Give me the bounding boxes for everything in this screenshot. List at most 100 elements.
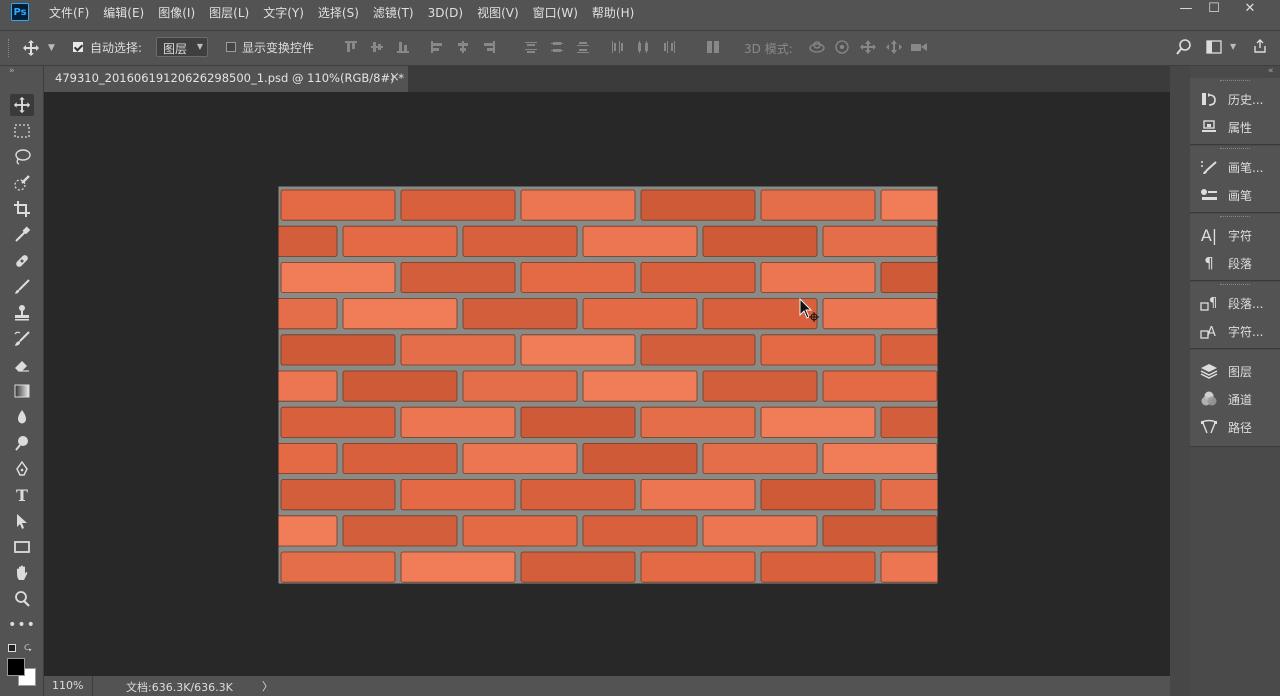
menu-filter[interactable]: 滤镜(T) (373, 0, 414, 26)
dodge-tool-icon[interactable] (10, 432, 34, 454)
history-brush-tool-icon[interactable] (10, 328, 34, 350)
close-window-button[interactable]: ✕ (1234, 0, 1266, 22)
search-icon[interactable] (1176, 39, 1192, 58)
rectangle-tool-icon[interactable] (10, 536, 34, 558)
menu-3d[interactable]: 3D(D) (428, 0, 463, 26)
panel-brushes[interactable]: 画笔 (1198, 184, 1252, 206)
panel-group-history: 历史... 属性 (1190, 78, 1280, 145)
workspace-icon[interactable] (1206, 40, 1222, 57)
preset-dropdown-icon[interactable]: ▼ (48, 43, 55, 53)
panel-grip (1220, 216, 1250, 219)
zoom-tool-icon[interactable] (10, 588, 34, 610)
brick (280, 262, 396, 294)
distribute-left-icon[interactable] (610, 40, 624, 54)
default-colors-icon[interactable] (8, 644, 16, 652)
move-tool-preset-icon[interactable] (22, 39, 42, 60)
eraser-tool-icon[interactable] (10, 354, 34, 376)
3d-pan-icon[interactable] (860, 40, 876, 57)
distribute-right-icon[interactable] (662, 40, 676, 54)
close-tab-icon[interactable]: × (389, 70, 400, 85)
panel-layers[interactable]: 图层 (1198, 360, 1252, 382)
menu-image[interactable]: 图像(I) (158, 0, 195, 26)
auto-select-target-select[interactable]: 图层 ▼ (156, 37, 208, 57)
panel-brush-settings[interactable]: 画笔... (1198, 156, 1263, 178)
align-top-icon[interactable] (344, 40, 358, 54)
status-menu-arrow-icon[interactable]: 〉 (262, 678, 273, 694)
menu-type[interactable]: 文字(Y) (263, 0, 304, 26)
auto-select-checkbox[interactable] (73, 42, 83, 52)
panel-channels[interactable]: 通道 (1198, 388, 1252, 410)
align-hcenter-icon[interactable] (456, 40, 470, 54)
menu-file[interactable]: 文件(F) (49, 0, 89, 26)
menu-window[interactable]: 窗口(W) (533, 0, 578, 26)
auto-align-icon[interactable] (706, 40, 720, 54)
menu-select[interactable]: 选择(S) (318, 0, 359, 26)
brick (640, 406, 756, 438)
workspace-dropdown-icon[interactable]: ▼ (1230, 42, 1236, 51)
lasso-tool-icon[interactable] (10, 146, 34, 168)
panel-paragraph[interactable]: ¶ 段落 (1198, 252, 1252, 274)
panel-character[interactable]: A| 字符 (1198, 224, 1252, 246)
distribute-top-icon[interactable] (524, 40, 538, 54)
distribute-bottom-icon[interactable] (576, 40, 590, 54)
align-bottom-icon[interactable] (396, 40, 410, 54)
document-tab[interactable]: 479310_20160619120626298500_1.psd @ 110%… (44, 66, 408, 92)
panel-label: 图层 (1228, 364, 1253, 379)
panel-paths[interactable]: 路径 (1198, 416, 1252, 438)
swap-colors-icon[interactable]: ⮎ (24, 640, 32, 657)
crop-tool-icon[interactable] (10, 198, 34, 220)
3d-orbit-icon[interactable] (808, 40, 826, 57)
pen-tool-icon[interactable] (10, 458, 34, 480)
type-tool-icon[interactable]: T (10, 484, 34, 506)
brick (760, 334, 876, 366)
align-vcenter-icon[interactable] (370, 40, 384, 54)
panel-paragraph-styles[interactable]: ¶ 段落... (1198, 292, 1263, 314)
brick (640, 262, 756, 294)
maximize-button[interactable]: ☐ (1198, 0, 1230, 22)
hand-tool-icon[interactable] (10, 562, 34, 584)
brick-wall-image[interactable] (278, 186, 938, 584)
marquee-tool-icon[interactable] (10, 120, 34, 142)
menu-layer[interactable]: 图层(L) (209, 0, 249, 26)
healing-brush-tool-icon[interactable] (10, 250, 34, 272)
expand-panels-icon[interactable]: « (1268, 66, 1274, 76)
panel-history[interactable]: 历史... (1198, 88, 1263, 110)
foreground-color-swatch[interactable] (7, 658, 25, 676)
show-transform-checkbox[interactable] (226, 42, 236, 52)
properties-icon (1198, 118, 1220, 136)
brick (342, 515, 458, 547)
quick-select-tool-icon[interactable] (10, 172, 34, 194)
brush-tool-icon[interactable] (10, 276, 34, 298)
brick (822, 442, 938, 474)
gradient-tool-icon[interactable] (10, 380, 34, 402)
panel-properties[interactable]: 属性 (1198, 116, 1252, 138)
align-right-icon[interactable] (482, 40, 496, 54)
distribute-hcenter-icon[interactable] (636, 40, 650, 54)
eyedropper-tool-icon[interactable] (10, 224, 34, 246)
collapse-toolbar-icon[interactable]: » (9, 66, 15, 76)
chevron-down-icon: ▼ (196, 42, 203, 51)
blur-tool-icon[interactable] (10, 406, 34, 428)
more-tools-icon[interactable]: ••• (8, 614, 35, 636)
menu-view[interactable]: 视图(V) (477, 0, 519, 26)
brick (582, 442, 698, 474)
distribute-vcenter-icon[interactable] (550, 40, 564, 54)
3d-scale-icon[interactable] (910, 40, 928, 57)
clone-stamp-tool-icon[interactable] (10, 302, 34, 324)
menu-edit[interactable]: 编辑(E) (103, 0, 144, 26)
3d-slide-icon[interactable] (886, 40, 902, 57)
panel-grip (1220, 80, 1250, 83)
document-tab-bar: 479310_20160619120626298500_1.psd @ 110%… (44, 66, 1170, 92)
brick (582, 298, 698, 330)
3d-roll-icon[interactable] (834, 40, 850, 57)
path-select-tool-icon[interactable] (10, 510, 34, 532)
brick (582, 225, 698, 257)
zoom-level[interactable]: 110% (52, 679, 83, 692)
align-left-icon[interactable] (430, 40, 444, 54)
share-icon[interactable] (1252, 38, 1268, 57)
move-tool-icon[interactable] (10, 94, 34, 116)
menu-help[interactable]: 帮助(H) (592, 0, 634, 26)
brick (880, 334, 938, 366)
panel-character-styles[interactable]: A 字符... (1198, 320, 1263, 342)
brick (462, 298, 578, 330)
